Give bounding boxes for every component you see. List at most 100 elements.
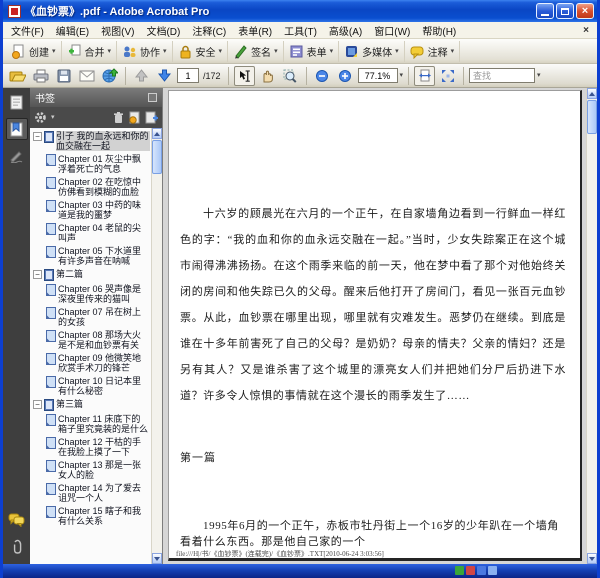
- bookmark-item[interactable]: Chapter 13 那是一张女人的脸: [46, 460, 150, 480]
- bookmark-item[interactable]: Chapter 10 日记本里有什么秘密: [46, 376, 150, 396]
- bookmark-item[interactable]: Chapter 05 下水道里有许多声音在呐喊: [46, 246, 150, 266]
- tray-icon[interactable]: [466, 566, 475, 575]
- bookmark-label[interactable]: Chapter 10 日记本里有什么秘密: [58, 376, 150, 396]
- scroll-up-button[interactable]: [587, 88, 597, 99]
- document-scrollbar[interactable]: [586, 88, 597, 564]
- panel-collapse-icon[interactable]: [148, 93, 157, 102]
- minimize-button[interactable]: [536, 3, 554, 19]
- fit-width-button[interactable]: [414, 65, 436, 86]
- bookmark-item[interactable]: Chapter 02 在吃惊中仿佛看到模糊的血脸: [46, 177, 150, 197]
- find-input[interactable]: [469, 68, 536, 83]
- bookmark-label[interactable]: Chapter 13 那是一张女人的脸: [58, 460, 150, 480]
- bookmark-label[interactable]: 引子 我的血永远和你的血交融在一起: [56, 131, 150, 151]
- close-button[interactable]: ×: [576, 3, 594, 19]
- bookmark-item[interactable]: Chapter 14 为了爱去诅咒一个人: [46, 483, 150, 503]
- signatures-panel-button[interactable]: [6, 145, 28, 167]
- pdf-page[interactable]: 十六岁的顾晨光在六月的一个正午，在自家墙角边看到一行鲜血一样红色的字：“我的血和…: [168, 90, 582, 561]
- scrollbar-thumb[interactable]: [152, 140, 162, 174]
- pages-panel-button[interactable]: [6, 91, 28, 113]
- zoom-out-button[interactable]: [312, 66, 333, 86]
- collaborate-button[interactable]: 协作 ▾: [117, 40, 173, 62]
- print-button[interactable]: [30, 66, 51, 86]
- document-close-icon[interactable]: ×: [577, 25, 595, 36]
- bookmark-item[interactable]: Chapter 11 床底下的箱子里究竟装的是什么: [46, 414, 150, 434]
- bookmark-label[interactable]: Chapter 12 干枯的手在我脸上摸了一下: [58, 437, 150, 457]
- options-caret-icon[interactable]: ▾: [51, 114, 55, 121]
- menu-document[interactable]: 文档(D): [140, 22, 186, 39]
- scrollbar-thumb[interactable]: [587, 100, 597, 134]
- bookmark-item[interactable]: Chapter 07 吊在树上的女孩: [46, 307, 150, 327]
- tray-icon[interactable]: [455, 566, 464, 575]
- menu-advanced[interactable]: 高级(A): [323, 22, 368, 39]
- scroll-down-button[interactable]: [587, 553, 597, 564]
- previous-page-button[interactable]: [131, 66, 152, 86]
- forms-button[interactable]: 表单 ▾: [284, 40, 340, 62]
- menu-view[interactable]: 视图(V): [95, 22, 140, 39]
- scrollbar-track[interactable]: [587, 135, 597, 553]
- page-number-input[interactable]: [177, 68, 199, 83]
- combine-button[interactable]: 合并 ▾: [62, 40, 118, 62]
- collapse-box-icon[interactable]: −: [33, 270, 42, 279]
- bookmarks-scrollbar[interactable]: [151, 128, 162, 564]
- zoom-caret-icon[interactable]: ▾: [400, 72, 404, 79]
- bookmark-item[interactable]: − 第二篇: [33, 269, 150, 281]
- bookmark-label[interactable]: Chapter 11 床底下的箱子里究竟装的是什么: [58, 414, 150, 434]
- menu-window[interactable]: 窗口(W): [368, 22, 416, 39]
- menu-help[interactable]: 帮助(H): [416, 22, 462, 39]
- open-button[interactable]: [7, 66, 28, 86]
- collapse-box-icon[interactable]: −: [33, 132, 42, 141]
- bookmark-item[interactable]: Chapter 12 干枯的手在我脸上摸了一下: [46, 437, 150, 457]
- maximize-button[interactable]: [556, 3, 574, 19]
- options-gear-icon[interactable]: [34, 111, 47, 124]
- bookmark-label[interactable]: Chapter 07 吊在树上的女孩: [58, 307, 150, 327]
- bookmark-label[interactable]: Chapter 06 哭声像是深夜里传来的猫叫: [58, 284, 150, 304]
- zoom-level-field[interactable]: 77.1%: [357, 68, 398, 83]
- bookmark-label[interactable]: 第三篇: [56, 399, 150, 409]
- multimedia-button[interactable]: 多媒体 ▾: [339, 40, 405, 62]
- bookmark-item[interactable]: − 引子 我的血永远和你的血交融在一起: [33, 131, 150, 151]
- next-page-button[interactable]: [154, 66, 175, 86]
- bookmark-label[interactable]: Chapter 09 他微笑地欣赏手术刀的锋芒: [58, 353, 150, 373]
- bookmark-item[interactable]: Chapter 01 灰尘中飘浮着死亡的气息: [46, 154, 150, 174]
- bookmark-label[interactable]: 第二篇: [56, 269, 150, 279]
- menu-edit[interactable]: 编辑(E): [50, 22, 95, 39]
- find-caret-icon[interactable]: ▾: [537, 72, 541, 79]
- new-bookmark-icon[interactable]: [145, 111, 158, 124]
- bookmark-item[interactable]: Chapter 06 哭声像是深夜里传来的猫叫: [46, 284, 150, 304]
- bookmark-item[interactable]: Chapter 03 中药的味道是我的噩梦: [46, 200, 150, 220]
- bookmark-item[interactable]: Chapter 09 他微笑地欣赏手术刀的锋芒: [46, 353, 150, 373]
- bookmark-item[interactable]: Chapter 08 那场大火是不是和血钞票有关: [46, 330, 150, 350]
- delete-bookmark-icon[interactable]: [113, 111, 124, 124]
- upload-web-button[interactable]: [99, 66, 120, 86]
- bookmark-label[interactable]: Chapter 01 灰尘中飘浮着死亡的气息: [58, 154, 150, 174]
- zoom-in-button[interactable]: [335, 66, 356, 86]
- bookmark-label[interactable]: Chapter 08 那场大火是不是和血钞票有关: [58, 330, 150, 350]
- select-tool-button[interactable]: [233, 65, 255, 86]
- tray-icon[interactable]: [477, 566, 486, 575]
- fit-page-button[interactable]: [437, 66, 458, 86]
- menu-tools[interactable]: 工具(T): [278, 22, 323, 39]
- comment-button[interactable]: 注释 ▾: [405, 40, 461, 62]
- bookmark-label[interactable]: Chapter 14 为了爱去诅咒一个人: [58, 483, 150, 503]
- create-button[interactable]: 创建 ▾: [6, 40, 62, 62]
- bookmarks-panel-button[interactable]: [5, 118, 28, 140]
- bookmark-item[interactable]: Chapter 04 老鼠的尖叫声: [46, 223, 150, 243]
- scroll-down-button[interactable]: [152, 553, 162, 564]
- hand-tool-button[interactable]: [257, 66, 278, 86]
- comments-panel-button[interactable]: [6, 509, 28, 531]
- collapse-box-icon[interactable]: −: [33, 400, 42, 409]
- goto-bookmark-icon[interactable]: [128, 111, 141, 124]
- scroll-up-button[interactable]: [152, 128, 162, 139]
- menu-forms[interactable]: 表单(R): [232, 22, 278, 39]
- sign-button[interactable]: 签名 ▾: [228, 40, 284, 62]
- menu-file[interactable]: 文件(F): [5, 22, 50, 39]
- secure-button[interactable]: 安全 ▾: [173, 40, 229, 62]
- menu-comments[interactable]: 注释(C): [186, 22, 232, 39]
- attachments-panel-button[interactable]: [6, 536, 28, 558]
- email-button[interactable]: [76, 66, 97, 86]
- bookmark-label[interactable]: Chapter 04 老鼠的尖叫声: [58, 223, 150, 243]
- bookmark-label[interactable]: Chapter 05 下水道里有许多声音在呐喊: [58, 246, 150, 266]
- bookmark-label[interactable]: Chapter 15 瞎子和我有什么关系: [58, 506, 150, 526]
- bookmark-item[interactable]: − 第三篇: [33, 399, 150, 411]
- scrollbar-track[interactable]: [152, 175, 162, 553]
